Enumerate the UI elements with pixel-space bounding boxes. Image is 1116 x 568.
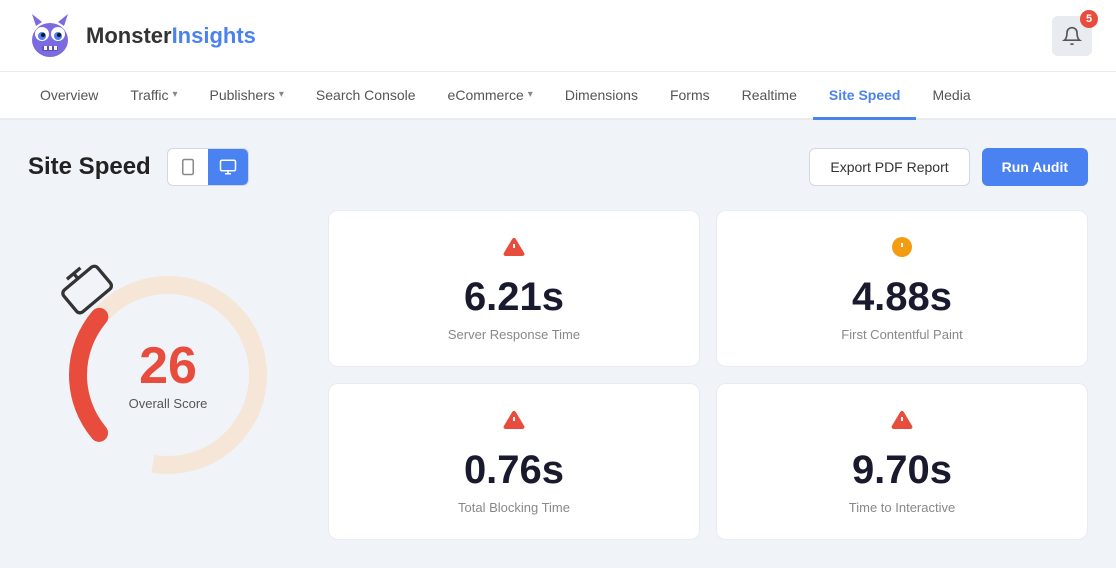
first-contentful-paint-label: First Contentful Paint [841, 327, 962, 342]
header: MonsterInsights 5 [0, 0, 1116, 72]
score-section: 26 Overall Score [28, 210, 308, 540]
nav: Overview Traffic ▾ Publishers ▾ Search C… [0, 72, 1116, 120]
warning-icon [502, 408, 526, 438]
desktop-device-button[interactable] [208, 149, 248, 185]
nav-item-dimensions[interactable]: Dimensions [549, 72, 654, 120]
logo-area: MonsterInsights [24, 10, 256, 62]
score-inner: 26 Overall Score [129, 340, 208, 411]
chevron-down-icon: ▾ [528, 89, 533, 100]
main-content: Site Speed Export PDF Rep [0, 120, 1116, 568]
run-audit-button[interactable]: Run Audit [982, 148, 1088, 186]
total-blocking-time-value: 0.76s [464, 448, 564, 492]
server-response-time-value: 6.21s [464, 275, 564, 319]
logo-icon [24, 10, 76, 62]
time-to-interactive-label: Time to Interactive [849, 500, 955, 515]
desktop-icon [219, 158, 237, 176]
nav-item-forms[interactable]: Forms [654, 72, 726, 120]
logo-monster: Monster [86, 23, 172, 48]
content-grid: 26 Overall Score 6.21s Server Response T… [28, 210, 1088, 540]
info-icon [890, 235, 914, 265]
metrics-grid: 6.21s Server Response Time 4.88s First C… [328, 210, 1088, 540]
warning-icon [502, 235, 526, 265]
logo-insights: Insights [172, 23, 256, 48]
logo-text: MonsterInsights [86, 23, 256, 49]
page-title-left: Site Speed [28, 148, 249, 186]
chevron-down-icon: ▾ [279, 89, 284, 100]
header-right: 5 [1052, 16, 1092, 56]
nav-item-search-console[interactable]: Search Console [300, 72, 432, 120]
nav-item-ecommerce[interactable]: eCommerce ▾ [432, 72, 549, 120]
export-pdf-button[interactable]: Export PDF Report [809, 148, 969, 186]
first-contentful-paint-value: 4.88s [852, 275, 952, 319]
mobile-device-button[interactable] [168, 149, 208, 185]
overall-score-label: Overall Score [129, 396, 208, 411]
overall-score-value: 26 [139, 340, 197, 392]
notification-badge: 5 [1080, 10, 1098, 28]
score-circle-wrapper: 26 Overall Score [58, 265, 278, 485]
server-response-time-label: Server Response Time [448, 327, 580, 342]
nav-item-site-speed[interactable]: Site Speed [813, 72, 917, 120]
nav-item-traffic[interactable]: Traffic ▾ [114, 72, 193, 120]
metric-card-server-response-time: 6.21s Server Response Time [328, 210, 700, 367]
metric-card-total-blocking-time: 0.76s Total Blocking Time [328, 383, 700, 540]
bell-icon [1062, 26, 1082, 46]
page-title-row: Site Speed Export PDF Rep [28, 148, 1088, 186]
nav-item-media[interactable]: Media [916, 72, 986, 120]
metric-card-time-to-interactive: 9.70s Time to Interactive [716, 383, 1088, 540]
nav-item-publishers[interactable]: Publishers ▾ [194, 72, 300, 120]
time-to-interactive-value: 9.70s [852, 448, 952, 492]
nav-item-realtime[interactable]: Realtime [726, 72, 813, 120]
mobile-icon [179, 158, 197, 176]
warning-icon [890, 408, 914, 438]
chevron-down-icon: ▾ [172, 89, 177, 100]
device-toggle [167, 148, 249, 186]
total-blocking-time-label: Total Blocking Time [458, 500, 570, 515]
nav-item-overview[interactable]: Overview [24, 72, 114, 120]
page-title-right: Export PDF Report Run Audit [809, 148, 1088, 186]
metric-card-first-contentful-paint: 4.88s First Contentful Paint [716, 210, 1088, 367]
page-title: Site Speed [28, 153, 151, 181]
